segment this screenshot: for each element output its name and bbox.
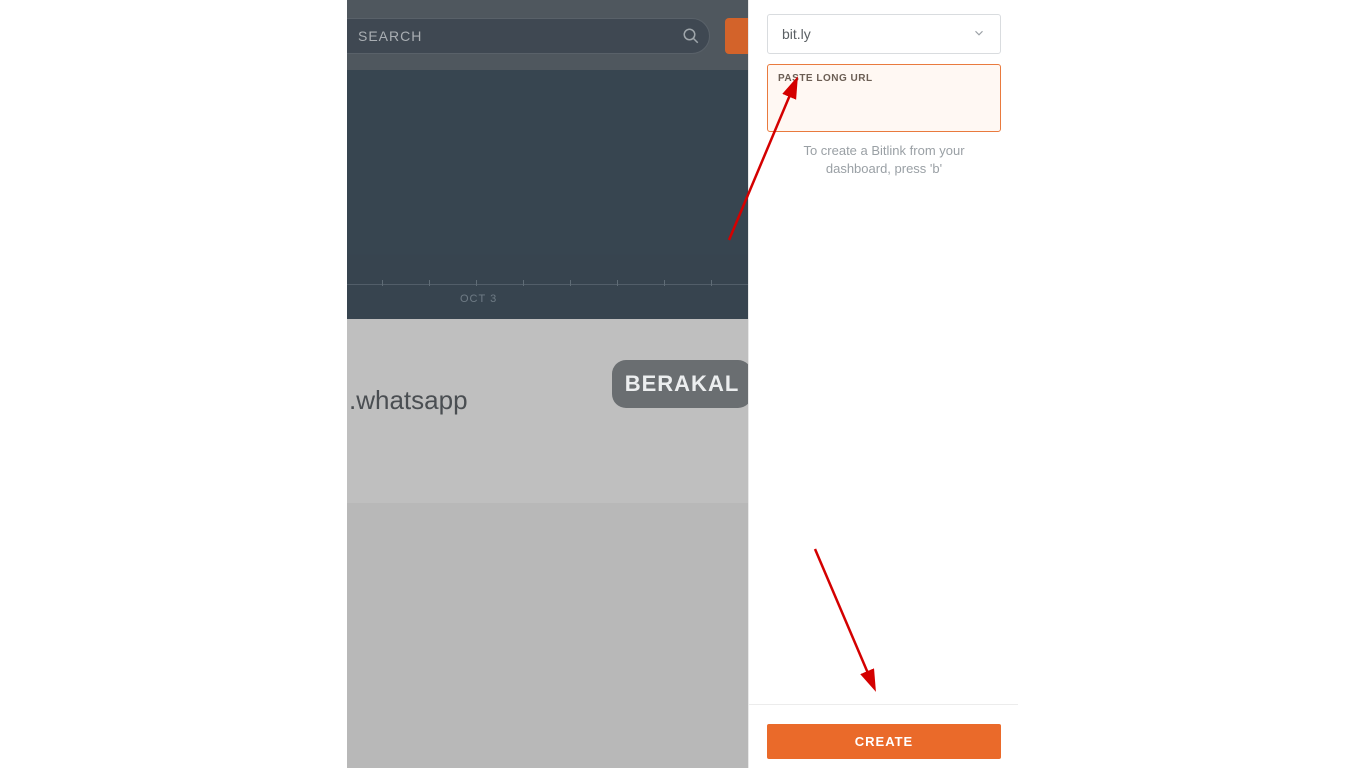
link-title-fragment: .whatsapp [347, 385, 468, 416]
panel-divider [749, 704, 1018, 705]
hint-line-2: dashboard, press 'b' [826, 161, 942, 176]
activity-chart: OCT 3 [347, 70, 748, 319]
search-icon [673, 18, 709, 54]
watermark-badge: BERAKAL [612, 360, 748, 408]
create-button-peek[interactable] [725, 18, 748, 54]
long-url-label: PASTE LONG URL [778, 73, 990, 84]
create-button[interactable]: CREATE [767, 724, 1001, 759]
app-stage: OCT 3 .whatsapp BERAKAL bit.ly PASTE LON… [347, 0, 1018, 768]
watermark-text: BERAKAL [625, 371, 740, 397]
chart-date-label: OCT 3 [460, 293, 497, 305]
dashboard-dimmed: OCT 3 .whatsapp BERAKAL [347, 0, 748, 768]
domain-selected-value: bit.ly [782, 26, 811, 42]
hint-line-1: To create a Bitlink from your [803, 143, 964, 158]
create-hint: To create a Bitlink from your dashboard,… [767, 142, 1001, 177]
create-bitlink-panel: bit.ly PASTE LONG URL To create a Bitlin… [748, 0, 1018, 768]
long-url-input[interactable]: PASTE LONG URL [767, 64, 1001, 132]
chevron-down-icon [972, 26, 986, 43]
link-list-area: .whatsapp [347, 319, 748, 503]
search-input[interactable] [347, 28, 673, 44]
domain-select[interactable]: bit.ly [767, 14, 1001, 54]
search-field-wrap[interactable] [347, 18, 710, 54]
link-list-lower [347, 503, 748, 768]
chart-ticks [347, 278, 748, 286]
